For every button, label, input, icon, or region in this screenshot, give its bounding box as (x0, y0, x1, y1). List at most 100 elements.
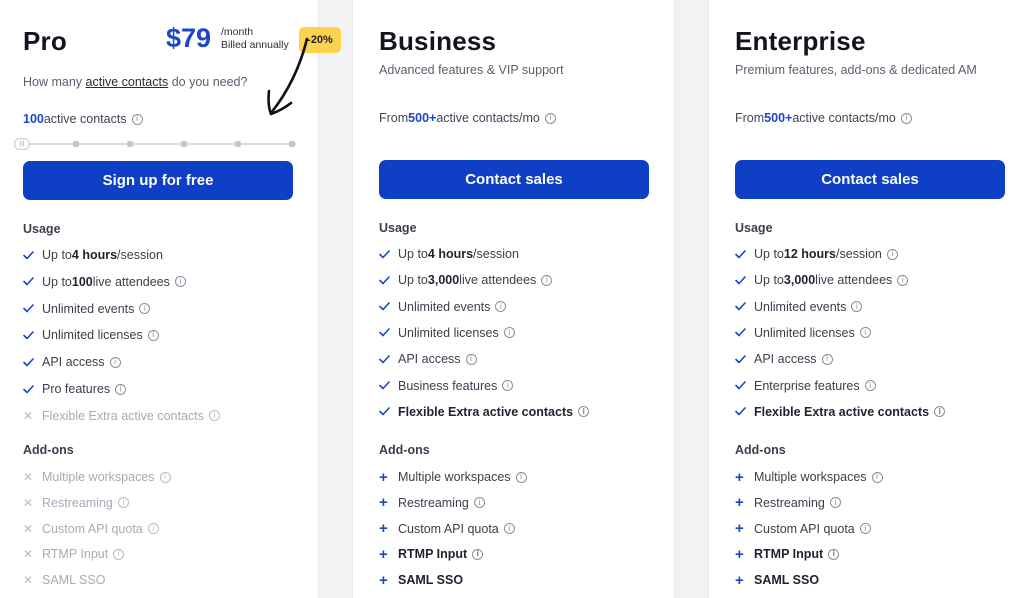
info-icon[interactable]: i (828, 548, 840, 560)
info-icon[interactable]: i (147, 329, 159, 341)
plus-icon: + (379, 520, 388, 538)
addon-label: SAML SSO (42, 573, 106, 588)
info-icon[interactable]: i (578, 406, 590, 418)
info-icon[interactable]: i (829, 497, 841, 509)
slider-tick[interactable] (289, 141, 295, 147)
check-icon (379, 302, 393, 311)
contact-sales-button[interactable]: Contact sales (735, 160, 1005, 199)
price-amount: $79 (166, 23, 212, 53)
check-icon (379, 354, 393, 364)
plan-card-business: Business Advanced features & VIP support… (352, 0, 675, 598)
info-icon[interactable]: i (544, 112, 556, 124)
slider-tick[interactable] (73, 141, 79, 147)
info-icon[interactable]: i (897, 274, 909, 286)
hand-drawn-arrow-icon (267, 37, 309, 116)
info-icon[interactable]: i (864, 380, 876, 391)
addon-label: Restreaming (398, 495, 469, 510)
info-icon[interactable]: i (851, 301, 863, 313)
info-icon[interactable]: i (147, 523, 159, 535)
feature-value: 4 hours (427, 247, 474, 261)
usage-item: ✕ Flexible Extra active contacts i (23, 408, 220, 424)
slider-tick[interactable] (181, 141, 187, 147)
plan-title: Business (379, 26, 497, 56)
info-icon[interactable]: i (503, 327, 515, 339)
usage-item: Enterprise features i (735, 378, 876, 394)
feature-text-end: live attendees (92, 274, 170, 289)
feature-text: Up to (754, 273, 784, 288)
info-icon[interactable]: i (821, 353, 833, 365)
addon-item: ✕ Custom API quota i (23, 521, 159, 537)
active-contacts-link[interactable]: active contacts (86, 75, 169, 89)
info-icon[interactable]: i (886, 248, 898, 260)
addons-heading: Add-ons (23, 443, 74, 457)
slider-handle[interactable]: ||| (14, 138, 30, 150)
feature-text: Up to (398, 247, 428, 261)
plan-title: Pro (23, 26, 67, 56)
cross-icon: ✕ (23, 521, 34, 536)
info-icon[interactable]: i (934, 406, 946, 418)
addon-label: RTMP Input (398, 547, 468, 562)
plus-icon: + (735, 545, 744, 563)
info-icon[interactable]: i (113, 548, 125, 560)
addon-label: RTMP Input (42, 547, 109, 562)
cross-icon: ✕ (23, 495, 34, 510)
info-icon[interactable]: i (174, 276, 186, 288)
info-icon[interactable]: i (473, 497, 485, 509)
usage-item: Up to 4 hours/session (379, 246, 519, 262)
info-icon[interactable]: i (465, 353, 477, 365)
sign-up-button[interactable]: Sign up for free (23, 161, 293, 200)
info-icon[interactable]: i (159, 471, 171, 483)
slider-tick[interactable] (235, 141, 241, 147)
check-icon (735, 354, 749, 364)
feature-value: 100 (71, 274, 93, 289)
contacts-selected: 100 active contacts i (23, 112, 143, 126)
check-icon (23, 277, 37, 286)
addon-item: ✕ SAML SSO (23, 572, 105, 588)
feature-text: Flexible Extra active contacts (398, 404, 574, 419)
info-icon[interactable]: i (139, 303, 151, 315)
usage-item: Unlimited events i (735, 299, 863, 315)
usage-item: Unlimited events i (379, 299, 507, 315)
info-icon[interactable]: i (900, 112, 912, 124)
plan-card-pro: Pro $79 /month Billed annually -20% How … (0, 0, 341, 598)
usage-heading: Usage (379, 221, 417, 235)
info-icon[interactable]: i (115, 383, 127, 395)
info-icon[interactable]: i (859, 327, 871, 339)
cross-icon: ✕ (23, 408, 34, 423)
contacts-from: From 500+ active contacts/mo i (379, 111, 556, 125)
addon-label: Multiple workspaces (398, 470, 511, 484)
feature-text: Unlimited events (754, 299, 847, 314)
plan-subtitle: Advanced features & VIP support (379, 63, 564, 77)
contacts-slider[interactable]: ||| (14, 138, 296, 150)
info-icon[interactable]: i (859, 523, 871, 535)
question-text: How many (23, 75, 86, 89)
contact-sales-button[interactable]: Contact sales (379, 160, 649, 199)
info-icon[interactable]: i (131, 113, 143, 125)
info-icon[interactable]: i (503, 523, 515, 535)
feature-value: 3,000 (783, 273, 816, 288)
addon-item: ✕ Restreaming i (23, 495, 129, 511)
info-icon[interactable]: i (541, 274, 553, 286)
feature-text: Enterprise features (754, 378, 860, 393)
contacts-question: How many active contacts do you need? (23, 75, 247, 89)
info-icon[interactable]: i (117, 497, 129, 509)
contacts-value: 500+ (408, 111, 437, 125)
contacts-prefix: From (735, 111, 765, 125)
info-icon[interactable]: i (502, 380, 514, 391)
info-icon[interactable]: i (109, 356, 121, 368)
plan-subtitle: Premium features, add-ons & dedicated AM (735, 63, 977, 77)
slider-tick[interactable] (127, 141, 133, 147)
addon-label: Restreaming (754, 495, 825, 510)
feature-text: Unlimited licenses (42, 328, 143, 343)
contacts-from: From 500+ active contacts/mo i (735, 111, 912, 125)
addon-label: Custom API quota (398, 521, 499, 536)
addon-item: + Restreaming i (735, 495, 841, 511)
feature-text: Flexible Extra active contacts (42, 408, 204, 423)
usage-item: Flexible Extra active contacts i (379, 404, 590, 420)
info-icon[interactable]: i (495, 301, 507, 313)
contacts-label: active contacts (43, 112, 127, 126)
info-icon[interactable]: i (472, 548, 484, 560)
info-icon[interactable]: i (208, 410, 220, 422)
info-icon[interactable]: i (515, 471, 527, 483)
info-icon[interactable]: i (871, 471, 883, 483)
